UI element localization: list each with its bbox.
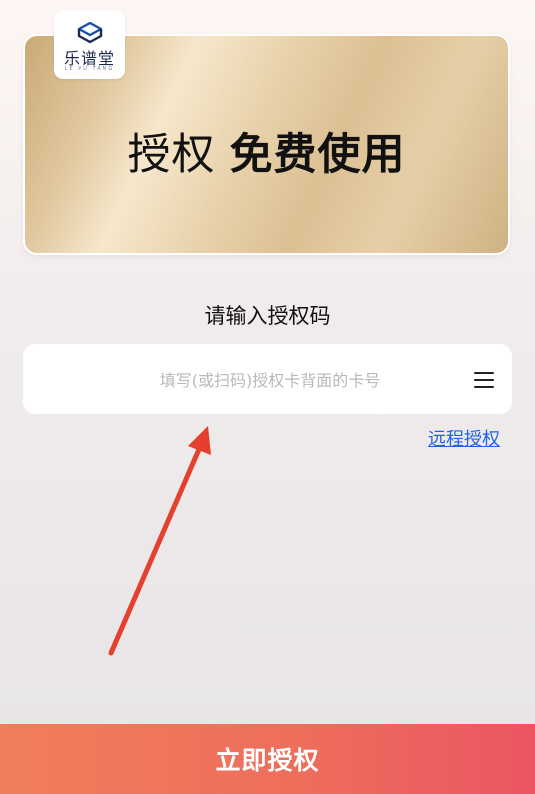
banner-title: 授权 免费使用 — [25, 120, 508, 182]
auth-code-field — [23, 344, 512, 416]
authorize-now-button[interactable]: 立即授权 — [0, 724, 535, 794]
remote-auth-link[interactable]: 远程授权 — [428, 425, 500, 451]
logo-subtitle: LE PU TANG — [64, 66, 115, 72]
app-logo: 乐谱堂 LE PU TANG — [54, 10, 125, 79]
logo-cube-icon — [77, 22, 103, 44]
banner-title-normal: 授权 — [127, 130, 216, 180]
auth-code-prompt: 请输入授权码 — [204, 304, 331, 328]
menu-icon[interactable] — [474, 372, 494, 388]
banner-title-bold: 免费使用 — [229, 130, 406, 180]
card-number-input[interactable] — [83, 344, 457, 416]
